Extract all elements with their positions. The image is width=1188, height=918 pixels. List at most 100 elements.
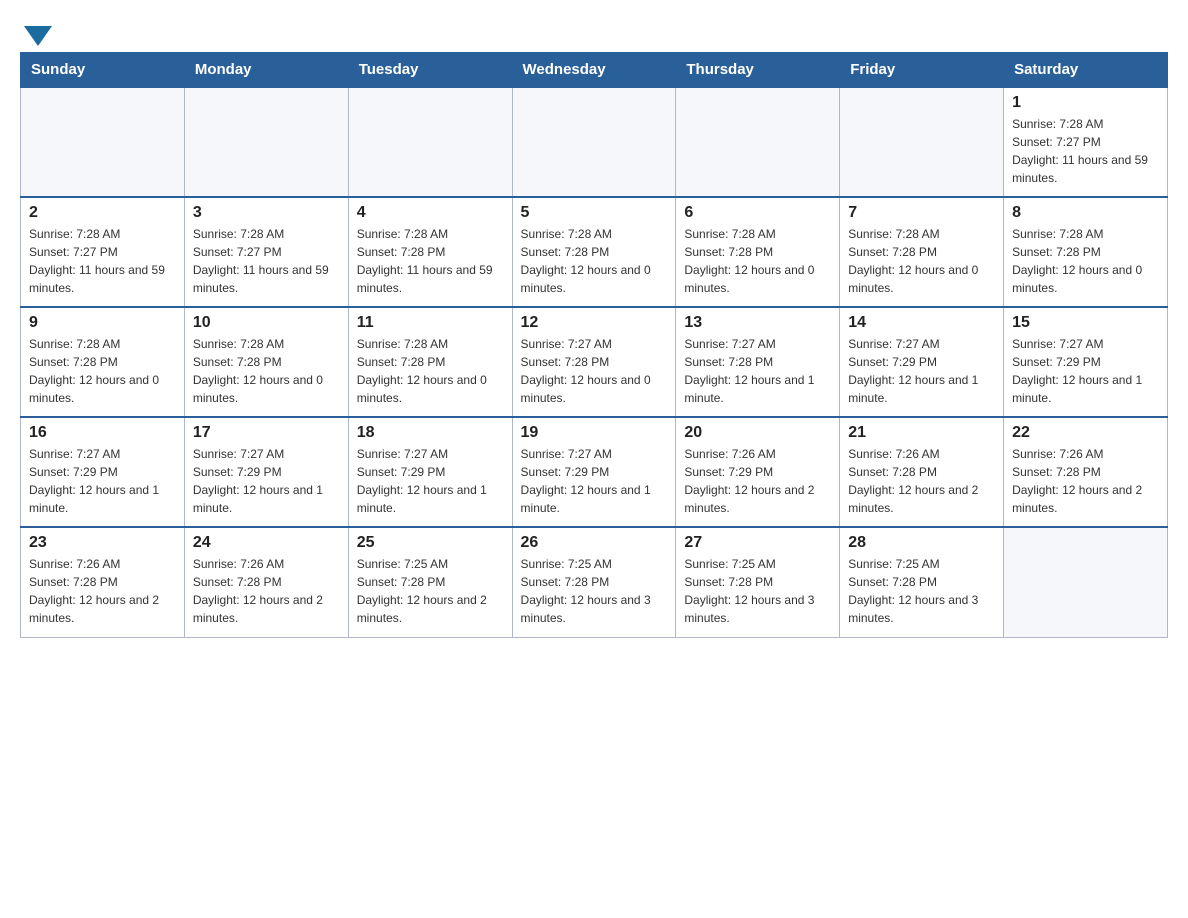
day-info: Sunrise: 7:27 AMSunset: 7:29 PMDaylight:…	[1012, 335, 1159, 407]
day-info: Sunrise: 7:28 AMSunset: 7:27 PMDaylight:…	[29, 225, 176, 297]
day-number: 27	[684, 534, 831, 552]
calendar-cell: 2 Sunrise: 7:28 AMSunset: 7:27 PMDaylight…	[21, 197, 185, 307]
weekday-header-thursday: Thursday	[676, 53, 840, 88]
calendar-cell	[348, 87, 512, 197]
day-info: Sunrise: 7:25 AMSunset: 7:28 PMDaylight:…	[357, 555, 504, 627]
weekday-header-sunday: Sunday	[21, 53, 185, 88]
day-number: 1	[1012, 94, 1159, 112]
day-number: 24	[193, 534, 340, 552]
day-info: Sunrise: 7:28 AMSunset: 7:28 PMDaylight:…	[193, 335, 340, 407]
calendar-cell: 4 Sunrise: 7:28 AMSunset: 7:28 PMDaylight…	[348, 197, 512, 307]
day-info: Sunrise: 7:27 AMSunset: 7:28 PMDaylight:…	[521, 335, 668, 407]
day-info: Sunrise: 7:27 AMSunset: 7:28 PMDaylight:…	[684, 335, 831, 407]
day-info: Sunrise: 7:27 AMSunset: 7:29 PMDaylight:…	[521, 445, 668, 517]
day-info: Sunrise: 7:26 AMSunset: 7:28 PMDaylight:…	[848, 445, 995, 517]
weekday-header-saturday: Saturday	[1004, 53, 1168, 88]
day-number: 23	[29, 534, 176, 552]
day-number: 6	[684, 204, 831, 222]
day-number: 21	[848, 424, 995, 442]
calendar-cell: 19 Sunrise: 7:27 AMSunset: 7:29 PMDayligh…	[512, 417, 676, 527]
day-info: Sunrise: 7:27 AMSunset: 7:29 PMDaylight:…	[193, 445, 340, 517]
calendar-cell: 3 Sunrise: 7:28 AMSunset: 7:27 PMDaylight…	[184, 197, 348, 307]
logo	[20, 20, 52, 42]
day-number: 8	[1012, 204, 1159, 222]
calendar-cell	[184, 87, 348, 197]
calendar-cell	[1004, 527, 1168, 637]
day-number: 12	[521, 314, 668, 332]
weekday-header-friday: Friday	[840, 53, 1004, 88]
logo-top	[20, 20, 52, 46]
day-number: 25	[357, 534, 504, 552]
calendar-cell: 11 Sunrise: 7:28 AMSunset: 7:28 PMDayligh…	[348, 307, 512, 417]
day-info: Sunrise: 7:25 AMSunset: 7:28 PMDaylight:…	[521, 555, 668, 627]
day-number: 7	[848, 204, 995, 222]
calendar-cell: 9 Sunrise: 7:28 AMSunset: 7:28 PMDaylight…	[21, 307, 185, 417]
day-number: 20	[684, 424, 831, 442]
calendar-cell: 24Sunrise: 7:26 AMSunset: 7:28 PMDayligh…	[184, 527, 348, 637]
day-info: Sunrise: 7:28 AMSunset: 7:27 PMDaylight:…	[193, 225, 340, 297]
calendar-cell: 10 Sunrise: 7:28 AMSunset: 7:28 PMDayligh…	[184, 307, 348, 417]
logo-arrow-icon	[24, 26, 52, 46]
day-number: 3	[193, 204, 340, 222]
calendar-cell: 20 Sunrise: 7:26 AMSunset: 7:29 PMDayligh…	[676, 417, 840, 527]
calendar-cell: 23 Sunrise: 7:26 AMSunset: 7:28 PMDayligh…	[21, 527, 185, 637]
calendar-cell	[840, 87, 1004, 197]
day-number: 16	[29, 424, 176, 442]
day-number: 19	[521, 424, 668, 442]
day-number: 13	[684, 314, 831, 332]
calendar-cell: 25 Sunrise: 7:25 AMSunset: 7:28 PMDayligh…	[348, 527, 512, 637]
calendar-cell: 7 Sunrise: 7:28 AMSunset: 7:28 PMDaylight…	[840, 197, 1004, 307]
day-number: 28	[848, 534, 995, 552]
day-info: Sunrise: 7:27 AMSunset: 7:29 PMDaylight:…	[29, 445, 176, 517]
calendar-cell: 28 Sunrise: 7:25 AMSunset: 7:28 PMDayligh…	[840, 527, 1004, 637]
calendar-cell: 16 Sunrise: 7:27 AMSunset: 7:29 PMDayligh…	[21, 417, 185, 527]
day-number: 18	[357, 424, 504, 442]
calendar-week-5: 23 Sunrise: 7:26 AMSunset: 7:28 PMDayligh…	[21, 527, 1168, 637]
day-number: 4	[357, 204, 504, 222]
calendar-cell	[512, 87, 676, 197]
weekday-header-monday: Monday	[184, 53, 348, 88]
calendar-cell: 17 Sunrise: 7:27 AMSunset: 7:29 PMDayligh…	[184, 417, 348, 527]
day-number: 26	[521, 534, 668, 552]
day-number: 10	[193, 314, 340, 332]
day-info: Sunrise: 7:27 AMSunset: 7:29 PMDaylight:…	[848, 335, 995, 407]
calendar-week-1: 1 Sunrise: 7:28 AMSunset: 7:27 PMDaylight…	[21, 87, 1168, 197]
day-info: Sunrise: 7:26 AMSunset: 7:28 PMDaylight:…	[29, 555, 176, 627]
day-number: 22	[1012, 424, 1159, 442]
calendar-week-2: 2 Sunrise: 7:28 AMSunset: 7:27 PMDaylight…	[21, 197, 1168, 307]
day-info: Sunrise: 7:26 AMSunset: 7:29 PMDaylight:…	[684, 445, 831, 517]
day-info: Sunrise: 7:28 AMSunset: 7:28 PMDaylight:…	[357, 225, 504, 297]
calendar-cell	[676, 87, 840, 197]
day-number: 9	[29, 314, 176, 332]
day-info: Sunrise: 7:25 AMSunset: 7:28 PMDaylight:…	[848, 555, 995, 627]
day-info: Sunrise: 7:28 AMSunset: 7:28 PMDaylight:…	[521, 225, 668, 297]
calendar-cell: 8 Sunrise: 7:28 AMSunset: 7:28 PMDaylight…	[1004, 197, 1168, 307]
calendar-cell: 26 Sunrise: 7:25 AMSunset: 7:28 PMDayligh…	[512, 527, 676, 637]
calendar-cell: 27 Sunrise: 7:25 AMSunset: 7:28 PMDayligh…	[676, 527, 840, 637]
calendar-cell: 5 Sunrise: 7:28 AMSunset: 7:28 PMDaylight…	[512, 197, 676, 307]
day-number: 2	[29, 204, 176, 222]
day-info: Sunrise: 7:28 AMSunset: 7:27 PMDaylight:…	[1012, 115, 1159, 187]
day-number: 17	[193, 424, 340, 442]
page-header	[20, 20, 1168, 42]
day-info: Sunrise: 7:28 AMSunset: 7:28 PMDaylight:…	[29, 335, 176, 407]
calendar-cell: 1 Sunrise: 7:28 AMSunset: 7:27 PMDaylight…	[1004, 87, 1168, 197]
weekday-header-tuesday: Tuesday	[348, 53, 512, 88]
calendar-cell: 21 Sunrise: 7:26 AMSunset: 7:28 PMDayligh…	[840, 417, 1004, 527]
calendar-week-3: 9 Sunrise: 7:28 AMSunset: 7:28 PMDaylight…	[21, 307, 1168, 417]
day-info: Sunrise: 7:28 AMSunset: 7:28 PMDaylight:…	[357, 335, 504, 407]
calendar-cell: 6Sunrise: 7:28 AMSunset: 7:28 PMDaylight…	[676, 197, 840, 307]
day-number: 11	[357, 314, 504, 332]
day-number: 15	[1012, 314, 1159, 332]
calendar-week-4: 16 Sunrise: 7:27 AMSunset: 7:29 PMDayligh…	[21, 417, 1168, 527]
day-info: Sunrise: 7:27 AMSunset: 7:29 PMDaylight:…	[357, 445, 504, 517]
weekday-header-row: SundayMondayTuesdayWednesdayThursdayFrid…	[21, 53, 1168, 88]
calendar-cell: 12 Sunrise: 7:27 AMSunset: 7:28 PMDayligh…	[512, 307, 676, 417]
day-info: Sunrise: 7:25 AMSunset: 7:28 PMDaylight:…	[684, 555, 831, 627]
calendar-table: SundayMondayTuesdayWednesdayThursdayFrid…	[20, 52, 1168, 638]
day-number: 14	[848, 314, 995, 332]
day-info: Sunrise: 7:28 AMSunset: 7:28 PMDaylight:…	[848, 225, 995, 297]
day-info: Sunrise: 7:28 AMSunset: 7:28 PMDaylight:…	[1012, 225, 1159, 297]
day-number: 5	[521, 204, 668, 222]
calendar-cell: 18 Sunrise: 7:27 AMSunset: 7:29 PMDayligh…	[348, 417, 512, 527]
